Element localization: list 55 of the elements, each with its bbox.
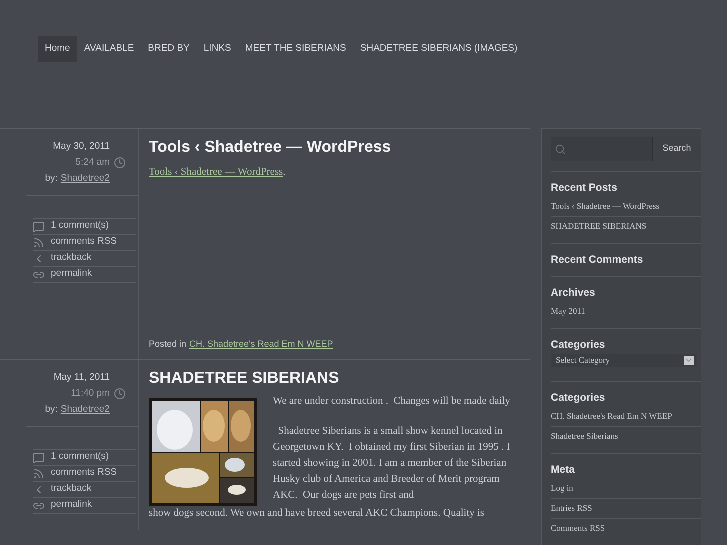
widget-link[interactable]: Comments RSS <box>551 519 701 538</box>
widget-title: Meta <box>551 463 576 477</box>
post-time: 5:24 am <box>76 156 110 170</box>
post-paragraph: We are under construction . Changes will be made daily <box>273 395 512 409</box>
clock-icon <box>114 388 126 400</box>
widget-link[interactable]: Entries RSS <box>551 499 701 519</box>
widget-title: Categories <box>551 391 606 405</box>
post-date: May 11, 2011 <box>54 371 111 385</box>
post-title: SHADETREE SIBERIANS <box>149 369 340 389</box>
author-link[interactable]: Shadetree2 <box>60 402 110 418</box>
nav-tab[interactable]: Home <box>38 36 78 62</box>
rss-icon <box>33 468 45 480</box>
widget-link[interactable]: Shadetree Siberians <box>551 427 701 446</box>
widget-title: Recent Posts <box>551 181 619 195</box>
post-action-link[interactable]: trackback <box>51 251 92 266</box>
post-date: May 30, 2011 <box>53 140 111 154</box>
posted-in-label: Posted in <box>149 338 187 350</box>
speech-bubble-icon <box>33 220 45 232</box>
nav-tab[interactable]: AVAILABLE <box>77 36 142 62</box>
nav-tab[interactable]: MEET THE SIBERIANS <box>238 36 354 62</box>
nav-tab[interactable]: BRED BY <box>141 36 197 62</box>
widget-title: Categories <box>551 338 606 352</box>
post-action-link[interactable]: comments RSS <box>51 466 117 481</box>
search-icon <box>555 144 566 154</box>
widget-title: Archives <box>551 286 596 300</box>
post-action-link[interactable]: 1 comment(s) <box>51 219 110 234</box>
widget-link[interactable]: May 2011 <box>551 302 701 321</box>
post-action-link[interactable]: 1 comment(s) <box>51 450 110 465</box>
author-link[interactable]: Shadetree2 <box>60 171 110 187</box>
nav-tab[interactable]: LINKS <box>196 36 238 62</box>
post-link[interactable]: Tools ‹ Shadetree — WordPress <box>149 165 284 181</box>
post-action-link[interactable]: trackback <box>51 482 92 497</box>
post-paragraph: Shadetree Siberians is a small show kennel located in Georgetown KY. I obtained my first Siberian in 1995 . I started showing in 2001. I am a member of the Siberian Husky club of America and Breeder of Merit program AKC. Our dogs are pets first and <box>273 425 512 503</box>
post-action-link[interactable]: comments RSS <box>51 235 117 250</box>
author-label: by: <box>45 403 58 417</box>
widget-title: Recent Comments <box>551 253 644 267</box>
clock-icon <box>114 157 126 169</box>
search-field[interactable] <box>551 137 652 161</box>
post-paragraph: show dogs second. We own and have breed several AKC Champions. Quality is <box>149 507 486 521</box>
category-select[interactable]: Select Category <box>551 354 697 367</box>
link-period: . <box>283 166 286 180</box>
rss-icon <box>33 236 45 248</box>
widget-link[interactable]: SHADETREE SIBERIANS <box>551 217 701 236</box>
post-action-link[interactable]: permalink <box>51 267 92 282</box>
widget-link[interactable]: Log in <box>551 479 701 499</box>
post-title: Tools ‹ Shadetree — WordPress <box>149 138 392 158</box>
post-time: 11:40 pm <box>71 387 110 401</box>
nav-tab[interactable]: SHADETREE SIBERIANS (IMAGES) <box>353 36 525 62</box>
widget-link[interactable]: Tools ‹ Shadetree — WordPress <box>551 197 701 217</box>
dropdown-icon <box>684 356 694 365</box>
speech-bubble-icon <box>33 452 45 464</box>
widget-link[interactable]: CH. Shadetree's Read Em N WEEP <box>551 407 701 427</box>
category-link[interactable]: CH. Shadetree's Read Em N WEEP <box>190 338 334 351</box>
post-action-link[interactable]: permalink <box>51 498 92 513</box>
author-label: by: <box>45 172 58 186</box>
